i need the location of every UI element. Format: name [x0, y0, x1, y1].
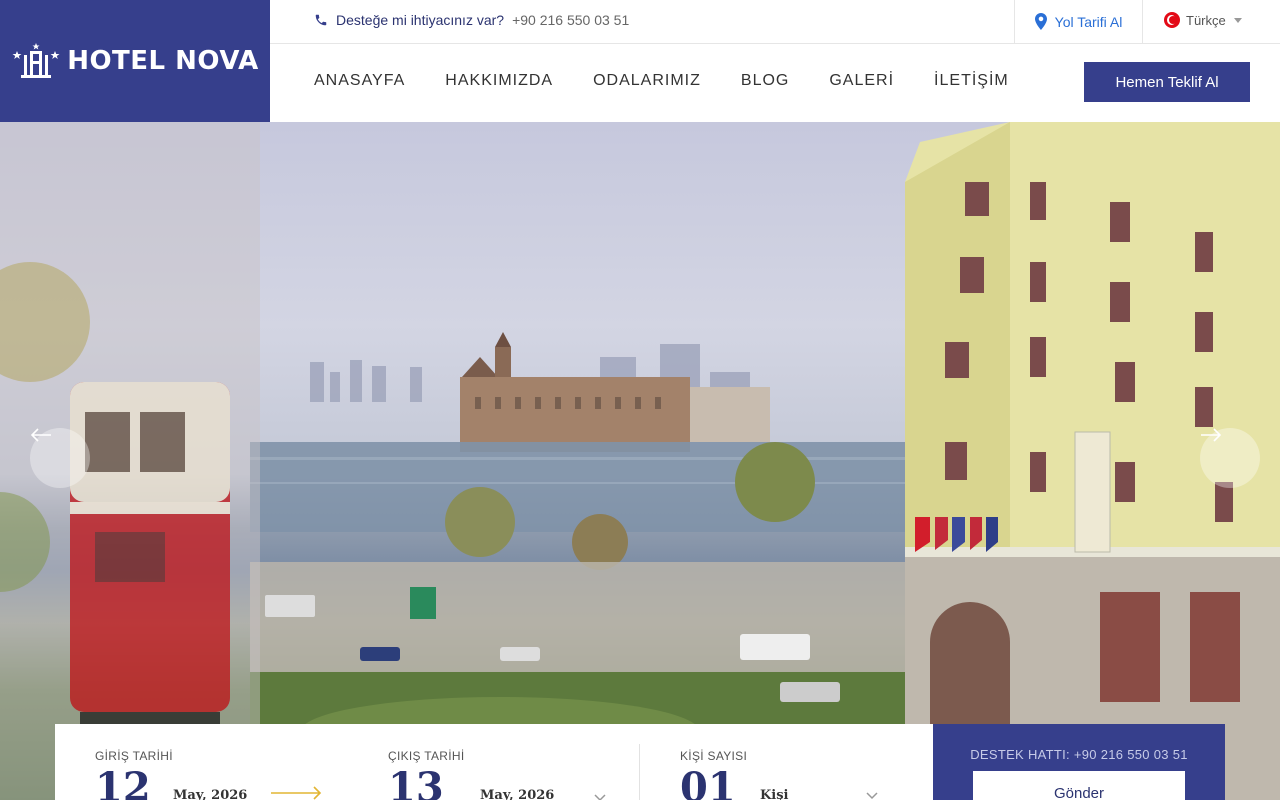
hero-slider	[0, 122, 1280, 800]
nav-item-about[interactable]: HAKKIMIZDA	[445, 72, 553, 90]
get-quote-button[interactable]: Hemen Teklif Al	[1084, 62, 1250, 102]
arrow-left-icon	[30, 428, 51, 442]
logo-text: HOTEL NOVA	[67, 46, 259, 76]
nav-item-gallery[interactable]: GALERİ	[829, 72, 894, 90]
guests-count: 01	[680, 764, 736, 800]
language-selector[interactable]: Türkçe	[1164, 12, 1242, 28]
arrow-right-icon	[271, 786, 322, 800]
logo[interactable]: HOTEL NOVA	[0, 0, 270, 122]
slider-prev-button[interactable]	[30, 428, 90, 488]
checkin-day: 12	[95, 764, 151, 800]
support-panel: DESTEK HATTI: +90 216 550 03 51 Gönder	[933, 724, 1225, 800]
checkout-day: 13	[388, 764, 444, 800]
checkin-label: GİRİŞ TARİHİ	[95, 749, 173, 763]
slider-next-button[interactable]	[1200, 428, 1260, 488]
support-question: Desteğe mi ihtiyacınız var?	[336, 12, 505, 28]
hotel-logo-icon	[12, 43, 60, 78]
nav-item-contact[interactable]: İLETİŞİM	[934, 72, 1009, 90]
directions-link[interactable]: Yol Tarifi Al	[1014, 0, 1143, 43]
arrow-right-icon	[1201, 428, 1222, 442]
support-phone[interactable]: +90 216 550 03 51	[512, 12, 629, 28]
guests-field[interactable]: KİŞİ SAYISI 01 Kişi	[640, 724, 933, 800]
hero-image	[0, 122, 1280, 800]
turkey-flag-icon	[1164, 12, 1180, 28]
guests-unit: Kişi	[760, 788, 789, 800]
directions-label: Yol Tarifi Al	[1054, 13, 1123, 30]
checkout-field[interactable]: ÇIKIŞ TARİHİ 13 May, 2026	[348, 744, 640, 800]
checkin-field[interactable]: GİRİŞ TARİHİ 12 May, 2026	[55, 724, 348, 800]
map-pin-icon	[1034, 13, 1047, 30]
phone-icon	[315, 14, 327, 26]
nav-item-home[interactable]: ANASAYFA	[314, 72, 405, 90]
booking-form: GİRİŞ TARİHİ 12 May, 2026 ÇIKIŞ TARİHİ 1…	[55, 724, 933, 800]
main-nav: ANASAYFA HAKKIMIZDA ODALARIMIZ BLOG GALE…	[314, 72, 1009, 90]
chevron-down-icon	[594, 794, 606, 800]
nav-item-blog[interactable]: BLOG	[741, 72, 789, 90]
language-label: Türkçe	[1186, 12, 1226, 28]
nav-item-rooms[interactable]: ODALARIMIZ	[593, 72, 701, 90]
top-bar: Desteğe mi ihtiyacınız var? +90 216 550 …	[270, 0, 1280, 44]
send-button[interactable]: Gönder	[973, 771, 1185, 800]
support-hotline: DESTEK HATTI: +90 216 550 03 51	[970, 747, 1188, 762]
chevron-down-icon	[866, 792, 878, 800]
support-contact[interactable]: Desteğe mi ihtiyacınız var? +90 216 550 …	[314, 12, 629, 28]
checkout-month: May, 2026	[480, 788, 555, 800]
checkout-label: ÇIKIŞ TARİHİ	[388, 749, 465, 763]
checkin-month: May, 2026	[173, 788, 248, 800]
guests-label: KİŞİ SAYISI	[680, 749, 748, 763]
chevron-down-icon	[1233, 17, 1242, 23]
